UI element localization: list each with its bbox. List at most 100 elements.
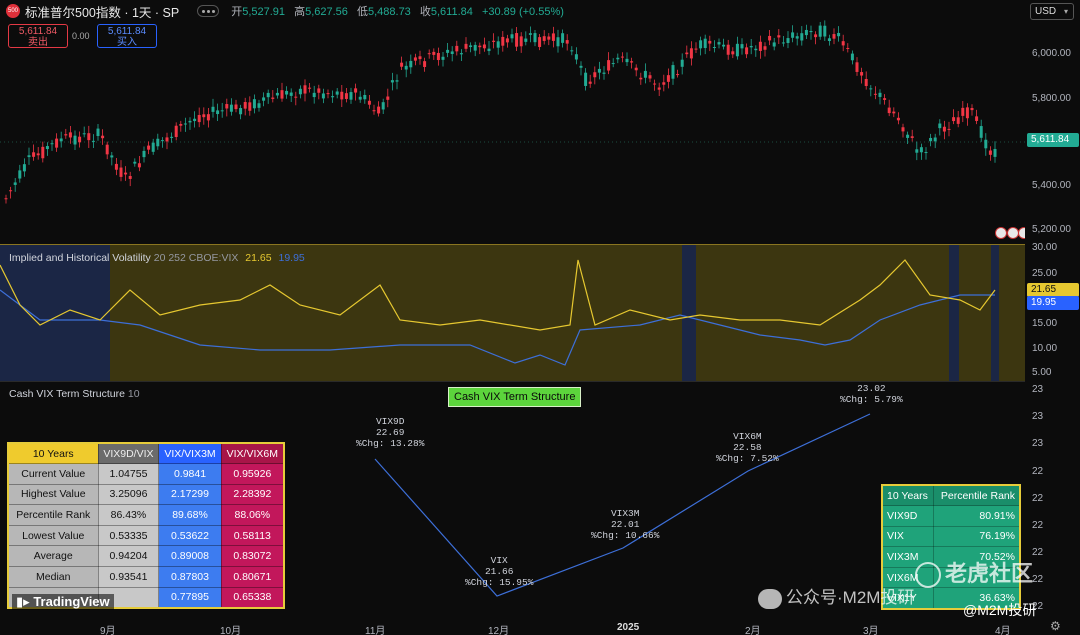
candle-body (676, 74, 680, 76)
candle-body (105, 144, 109, 155)
candle-body (216, 110, 220, 115)
vol-tick: 10.00 (1032, 343, 1058, 354)
vol-tick: 15.00 (1032, 318, 1058, 329)
candle-body (947, 128, 951, 130)
candle-body (27, 155, 31, 158)
candle-body (680, 59, 684, 67)
candle-body (515, 33, 519, 47)
candle-body (285, 90, 289, 95)
candle-body (510, 34, 514, 39)
historical-vol-readout: 19.95 (278, 252, 305, 264)
candle-body (768, 35, 772, 41)
candle-body (110, 155, 114, 158)
candle-body (492, 40, 496, 42)
time-axis[interactable] (0, 618, 1080, 635)
candle-body (708, 40, 712, 44)
settings-gear-icon[interactable]: ⚙ (1050, 619, 1061, 633)
candle-body (933, 137, 937, 142)
candle-body (413, 57, 417, 61)
tradingview-logo[interactable]: ▮▸ TradingView (12, 594, 114, 610)
candle-body (257, 103, 261, 108)
candle-body (837, 32, 841, 37)
candle-body (487, 48, 491, 52)
candle-body (547, 36, 551, 40)
candle-body (280, 90, 284, 99)
candle-body (372, 110, 376, 112)
vol-panel-title[interactable]: Implied and Historical Volatility 20 252… (9, 252, 305, 264)
candle-body (358, 96, 362, 100)
candle-body (795, 36, 799, 39)
term-tick: 23 (1032, 411, 1044, 422)
candle-body (565, 40, 569, 44)
candle-body (818, 25, 822, 37)
candle-body (450, 51, 454, 54)
candle-body (331, 96, 335, 98)
candle-body (248, 102, 252, 111)
candle-body (846, 47, 850, 49)
time-tick: 12月 (488, 626, 510, 635)
event-flags[interactable] (995, 227, 1026, 239)
candle-body (556, 37, 560, 47)
candle-body (786, 38, 790, 43)
candle-body (965, 107, 969, 119)
chevron-down-icon: ▾ (1063, 7, 1068, 16)
candle-body (220, 110, 224, 112)
table-row: Percentile Rank 86.43% 89.68% 88.06% (7, 504, 285, 526)
candle-body (308, 87, 312, 89)
point-label-vix6m: VIX6M 22.58 %Chg: 7.52% (716, 431, 779, 464)
candle-body (538, 37, 542, 47)
candle-body (142, 150, 146, 158)
candle-body (202, 114, 206, 118)
candle-body (703, 38, 707, 49)
candle-body (735, 43, 739, 57)
candle-body (505, 38, 509, 43)
candle-body (855, 62, 859, 72)
volatility-panel[interactable]: Implied and Historical Volatility 20 252… (0, 244, 1025, 382)
candle-body (841, 41, 845, 46)
candle-body (892, 111, 896, 114)
candle-body (441, 56, 445, 60)
candle-body (754, 48, 758, 51)
implied-vol-readout: 21.65 (245, 252, 272, 264)
candle-body (197, 114, 201, 123)
candle-body (648, 75, 652, 79)
candle-body (298, 88, 302, 95)
last-price-tag: 5,611.84 (1027, 133, 1079, 147)
candle-body (823, 25, 827, 37)
table-row: Median 0.93541 0.87803 0.80671 (7, 566, 285, 588)
candle-body (482, 44, 486, 49)
price-candles-chart[interactable] (0, 0, 1025, 244)
candle-body (156, 138, 160, 147)
candle-body (55, 138, 59, 148)
currency-selector[interactable]: USD ▾ (1030, 3, 1074, 20)
candle-body (133, 161, 137, 164)
candle-body (340, 91, 344, 100)
point-label-vix1y: 23.02 %Chg: 5.79% (840, 383, 903, 405)
candle-body (234, 104, 238, 110)
candle-body (160, 140, 164, 142)
candle-body (390, 80, 394, 83)
candle-body (929, 137, 933, 142)
candle-body (561, 33, 565, 43)
candle-body (919, 147, 923, 153)
flag-icon (1018, 227, 1025, 239)
vol-tick: 5.00 (1032, 367, 1052, 378)
candle-body (671, 65, 675, 79)
wechat-icon (758, 588, 782, 609)
candle-body (519, 36, 523, 47)
candle-body (211, 106, 215, 112)
term-tick: 22 (1032, 547, 1044, 558)
candle-body (289, 92, 293, 96)
candle-body (956, 117, 960, 124)
term-tick: 22 (1032, 466, 1044, 477)
candle-body (924, 152, 928, 154)
candle-body (344, 93, 348, 99)
candle-body (763, 46, 767, 50)
candle-body (625, 58, 629, 63)
candle-body (542, 36, 546, 41)
table-row: Current Value 1.04755 0.9841 0.95926 (7, 463, 285, 485)
candle-body (611, 63, 615, 65)
table-row: VIX9D 80.91% (881, 505, 1021, 527)
price-tick: 5,800.00 (1032, 93, 1071, 104)
candle-body (758, 41, 762, 51)
